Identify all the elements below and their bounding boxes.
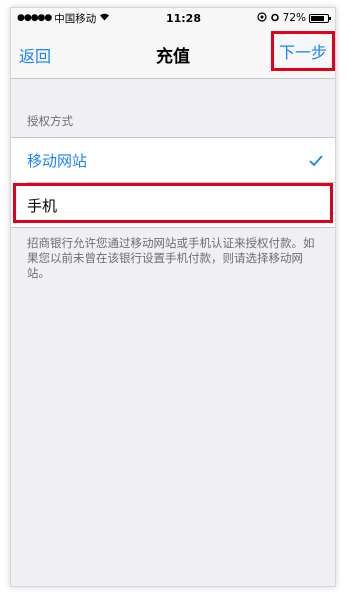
navigation-bar: 返回 充值 下一步 xyxy=(11,28,335,79)
phone-option-highlight xyxy=(13,183,333,223)
phone-screen: ●●●●● 中国移动 11:28 72% 返回 充值 下一步 授权方式 移动网站 xyxy=(10,7,336,587)
checkmark-icon xyxy=(309,151,323,170)
option-mobile-website[interactable]: 移动网站 xyxy=(11,138,335,182)
alarm-icon xyxy=(270,12,280,25)
auth-method-header: 授权方式 xyxy=(27,114,73,128)
next-step-button[interactable]: 下一步 xyxy=(271,31,335,71)
option-label: 移动网站 xyxy=(27,151,88,170)
auth-method-note: 招商银行允许您通过移动网站或手机认证来授权付款。如果您以前未曾在该银行设置手机付… xyxy=(27,236,315,280)
wifi-icon xyxy=(99,12,110,24)
status-bar: ●●●●● 中国移动 11:28 72% xyxy=(11,8,335,28)
status-time: 11:28 xyxy=(165,11,201,25)
option-phone-wrapper: 手机 xyxy=(11,183,335,227)
carrier-name: 中国移动 xyxy=(54,12,97,25)
battery-percent: 72% xyxy=(282,12,306,24)
next-step-label: 下一步 xyxy=(278,43,327,62)
orientation-lock-icon xyxy=(257,11,267,25)
battery-icon xyxy=(309,13,331,23)
auth-method-list: 移动网站 手机 xyxy=(11,137,335,228)
signal-strength-icon: ●●●●● xyxy=(17,13,52,23)
